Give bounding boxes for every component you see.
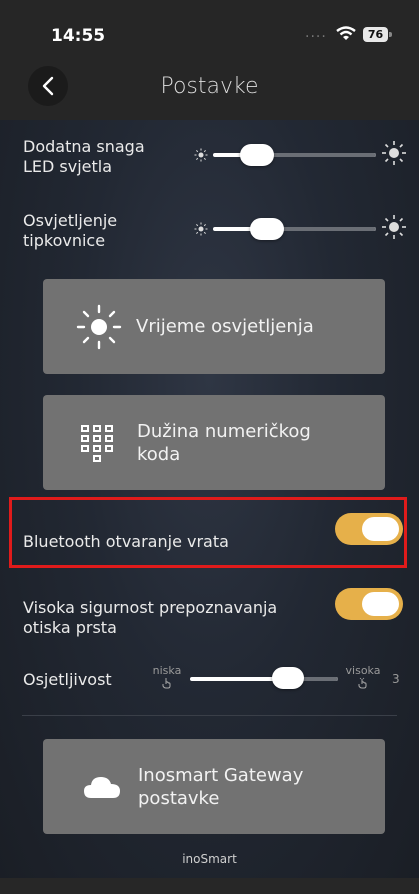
led-slider-track[interactable] (213, 153, 376, 157)
fingerprint-security-label: Visoka sigurnost prepoznavanja otiska pr… (23, 598, 277, 638)
gateway-settings-button[interactable]: Inosmart Gateway postavke (43, 739, 385, 834)
page-title: Postavke (160, 74, 259, 99)
gateway-label-line1: Inosmart Gateway (138, 764, 304, 786)
code-length-button[interactable]: Dužina numeričkog koda (43, 395, 385, 490)
battery-indicator: 76 (363, 27, 388, 42)
settings-screen: 14:55 .... 76 Postavke Dodatna snaga LED… (0, 0, 419, 894)
gateway-settings-label: Inosmart Gateway postavke (138, 764, 303, 810)
code-length-label: Dužina numeričkog koda (137, 420, 311, 466)
sensitivity-slider-thumb[interactable] (272, 667, 304, 689)
bluetooth-toggle[interactable] (335, 513, 403, 545)
sun-large-icon (382, 141, 406, 165)
sun-small-icon (194, 148, 208, 162)
bottom-bar (0, 878, 419, 894)
sun-icon (76, 304, 122, 349)
fingerprint-label-line1: Visoka sigurnost prepoznavanja (23, 598, 278, 617)
led-label-line2: LED svjetla (23, 157, 113, 176)
keyboard-light-label: Osvjetljenje tipkovnice (23, 211, 117, 251)
brand-logo: inoSmart (182, 852, 237, 866)
led-label-line1: Dodatna snaga (23, 137, 145, 156)
keyboard-light-slider-rest (271, 227, 376, 231)
top-bar: 14:55 .... 76 Postavke (0, 0, 419, 120)
sensitivity-label: Osjetljivost (23, 670, 112, 689)
led-label: Dodatna snaga LED svjetla (23, 137, 145, 177)
sensitivity-low-label: niska (152, 664, 182, 677)
bluetooth-label: Bluetooth otvaranje vrata (23, 532, 229, 551)
keypad-icon (81, 424, 113, 462)
battery-tip (389, 32, 392, 37)
fingerprint-toggle-knob (362, 592, 399, 616)
sun-large-icon (382, 215, 406, 239)
keyboard-light-label-line2: tipkovnice (23, 231, 106, 250)
bluetooth-toggle-knob (362, 517, 399, 541)
signal-indicator: .... (305, 25, 327, 41)
finger-touch-icon (162, 678, 171, 689)
light-duration-label: Vrijeme osvjetljenja (136, 316, 314, 337)
keyboard-light-slider-track[interactable] (213, 227, 376, 231)
keyboard-light-label-line1: Osvjetljenje (23, 211, 118, 230)
code-length-label-line1: Dužina numeričkog (137, 420, 311, 442)
status-time: 14:55 (51, 26, 106, 46)
sensitivity-value: 3 (392, 672, 400, 686)
wifi-icon (336, 26, 356, 45)
led-slider-thumb[interactable] (240, 144, 274, 166)
sensitivity-high-label: visoka (345, 664, 381, 677)
led-slider-rest (263, 153, 376, 157)
sensitivity-slider-track[interactable] (190, 677, 338, 681)
sensitivity-high: visoka (344, 664, 382, 692)
sensitivity-low: niska (150, 664, 184, 692)
keyboard-light-slider-thumb[interactable] (250, 218, 284, 240)
finger-press-icon (358, 677, 367, 689)
light-duration-button[interactable]: Vrijeme osvjetljenja (43, 279, 385, 374)
fingerprint-label-line2: otiska prsta (23, 618, 117, 637)
fingerprint-security-toggle[interactable] (335, 588, 403, 620)
sun-small-icon (194, 222, 208, 236)
section-divider (22, 715, 397, 716)
gateway-label-line2: postavke (138, 787, 220, 809)
code-length-label-line2: koda (137, 443, 181, 465)
cloud-icon (84, 776, 120, 798)
